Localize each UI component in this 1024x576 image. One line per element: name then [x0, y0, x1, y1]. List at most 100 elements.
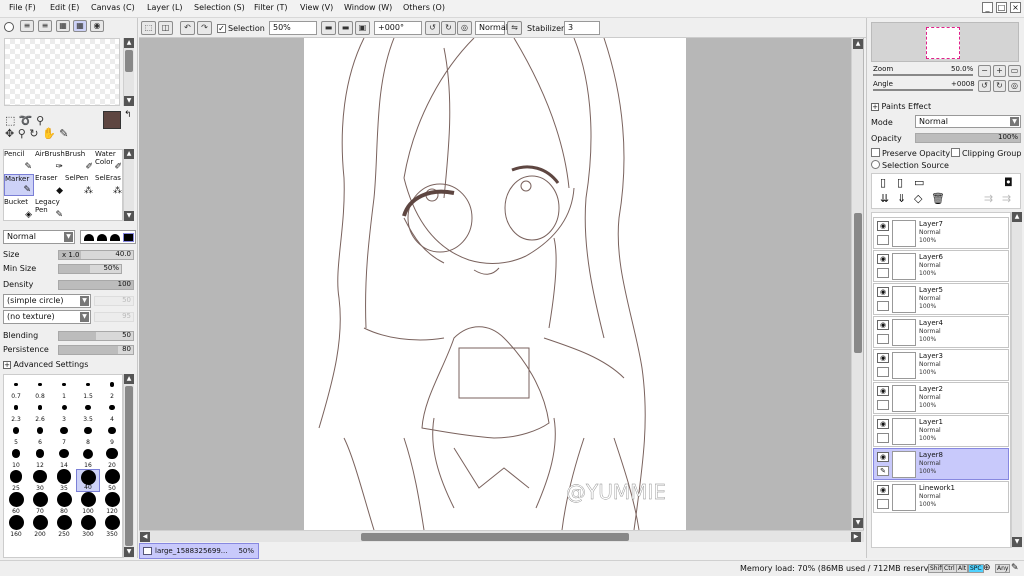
zoom-reset-icon[interactable]: ▣: [355, 21, 370, 35]
menu-file[interactable]: File (F): [9, 3, 36, 12]
layer-lock-icon[interactable]: [877, 400, 889, 410]
rotate-reset-icon[interactable]: ◎: [457, 21, 472, 35]
layer-mode-select[interactable]: Normal ▼: [915, 115, 1021, 128]
brush-size-preset[interactable]: 70: [28, 492, 52, 515]
scroll-up-icon[interactable]: ▲: [124, 374, 134, 384]
close-icon[interactable]: ×: [1010, 2, 1021, 13]
visibility-eye-icon[interactable]: ◉: [877, 419, 889, 429]
nav-rotate-left-icon[interactable]: ↺: [978, 80, 991, 92]
rotate-icon[interactable]: ↻: [29, 127, 38, 140]
brush-size-preset[interactable]: 0.7: [4, 377, 28, 400]
layer-mask-icon[interactable]: ◘: [1004, 176, 1013, 189]
angle-input[interactable]: +000°: [374, 21, 422, 35]
visibility-eye-icon[interactable]: ◉: [877, 485, 889, 495]
brush-size-scrollbar[interactable]: ▲ ▼: [123, 374, 134, 558]
edge-medium-icon[interactable]: [97, 234, 107, 241]
magic-wand-icon[interactable]: ⚲: [36, 114, 44, 127]
layer-row[interactable]: ◉ Layer2 Normal 100%: [873, 382, 1009, 414]
brush-size-preset[interactable]: 3: [52, 400, 76, 423]
brush-shape-select[interactable]: (simple circle) ▼: [3, 294, 91, 308]
scroll-down-icon[interactable]: ▼: [124, 211, 134, 221]
layer-lock-icon[interactable]: [877, 268, 889, 278]
merge-all-icon[interactable]: ⇉: [1002, 192, 1011, 205]
advanced-settings-toggle[interactable]: + Advanced Settings: [3, 360, 88, 369]
edge-square-icon[interactable]: [123, 233, 134, 242]
move-icon[interactable]: ✥: [5, 127, 14, 140]
zoom-icon[interactable]: ⚲: [18, 127, 26, 140]
hand-icon[interactable]: ✋: [42, 127, 56, 140]
scroll-up-icon[interactable]: ▲: [124, 38, 134, 48]
brush-size-preset[interactable]: 20: [100, 446, 124, 469]
tool-selpen[interactable]: SelPen ⁂: [65, 174, 95, 196]
swatch-scrollbar[interactable]: ▲ ▼: [123, 38, 134, 106]
new-vector-layer-icon[interactable]: ▯: [897, 176, 903, 189]
rotate-left-icon[interactable]: ↺: [425, 21, 440, 35]
menu-canvas[interactable]: Canvas (C): [91, 3, 135, 12]
brush-size-preset[interactable]: 120: [100, 492, 124, 515]
tool-marker[interactable]: Marker ✎: [4, 174, 34, 196]
brush-size-preset[interactable]: 80: [52, 492, 76, 515]
tool-airbrush[interactable]: AirBrush ✑: [35, 150, 65, 172]
tool-bucket[interactable]: Bucket ◈: [4, 198, 34, 220]
zoom-in-icon[interactable]: ▬: [338, 21, 353, 35]
min-size-slider[interactable]: 50%: [58, 264, 122, 274]
brush-size-preset[interactable]: 350: [100, 515, 124, 538]
tool-brush[interactable]: Brush ✐: [65, 150, 95, 172]
drawing-canvas[interactable]: @YUMMIE: [304, 38, 686, 530]
stabilizer-select[interactable]: 3: [564, 21, 600, 35]
rgb-slider-icon[interactable]: ≡: [20, 20, 34, 32]
texture-strength-slider[interactable]: 95: [94, 312, 134, 322]
scroll-down-icon[interactable]: ▼: [1012, 537, 1022, 547]
tool-pencil[interactable]: Pencil ✎: [4, 150, 34, 172]
redo-icon[interactable]: ↷: [197, 21, 212, 35]
nav-zoom-reset-icon[interactable]: ▭: [1008, 65, 1021, 77]
visibility-eye-icon[interactable]: ◉: [877, 320, 889, 330]
flip-icon[interactable]: ⇋: [507, 21, 522, 35]
canvas-horizontal-scrollbar[interactable]: ◀ ▶: [139, 530, 864, 542]
preserve-opacity-checkbox[interactable]: [871, 148, 880, 157]
brush-size-preset[interactable]: 300: [76, 515, 100, 538]
scroll-down-icon[interactable]: ▼: [124, 96, 134, 106]
menu-others[interactable]: Others (O): [403, 3, 445, 12]
brush-size-preset[interactable]: 4: [100, 400, 124, 423]
layer-opacity-slider[interactable]: 100%: [915, 133, 1021, 143]
canvas-vscroll-thumb[interactable]: [854, 213, 862, 353]
navigator-preview[interactable]: [871, 22, 1019, 62]
brush-size-preset[interactable]: 250: [52, 515, 76, 538]
brush-size-preset[interactable]: 0.8: [28, 377, 52, 400]
merge-down-icon[interactable]: ⇓: [897, 192, 906, 205]
transfer-icon[interactable]: ⇉: [984, 192, 993, 205]
brush-size-preset[interactable]: 30: [28, 469, 52, 492]
scratchpad-icon[interactable]: ◉: [90, 20, 104, 32]
visibility-eye-icon[interactable]: ◉: [877, 386, 889, 396]
blend-mode-field[interactable]: Normal: [475, 21, 508, 35]
visibility-eye-icon[interactable]: ◉: [877, 452, 889, 462]
paints-effect-toggle[interactable]: + Paints Effect: [871, 102, 931, 111]
nav-rotate-reset-icon[interactable]: ◎: [1008, 80, 1021, 92]
brush-size-preset[interactable]: 6: [28, 423, 52, 446]
layer-row[interactable]: ◉ Layer1 Normal 100%: [873, 415, 1009, 447]
navigator-zoom-slider[interactable]: [873, 74, 973, 76]
brush-size-preset[interactable]: 1.5: [76, 377, 100, 400]
lasso-icon[interactable]: ➰: [19, 114, 33, 127]
swap-colors-icon[interactable]: ↰: [124, 110, 132, 120]
layer-lock-icon[interactable]: [877, 301, 889, 311]
scroll-down-icon[interactable]: ▼: [124, 547, 134, 557]
deselect-icon[interactable]: ⬚: [141, 21, 156, 35]
clipping-group-checkbox[interactable]: [951, 148, 960, 157]
layer-list-scrollbar[interactable]: ▲ ▼: [1011, 212, 1022, 548]
move-down-icon[interactable]: ⇊: [880, 192, 889, 205]
swatches-icon[interactable]: ▦: [73, 20, 87, 32]
new-folder-icon[interactable]: ▭: [914, 176, 924, 189]
shape-strength-slider[interactable]: 50: [94, 296, 134, 306]
canvas-hscroll-thumb[interactable]: [361, 533, 629, 541]
layer-row[interactable]: ◉ Layer6 Normal 100%: [873, 250, 1009, 282]
persistence-slider[interactable]: 80: [58, 345, 134, 355]
zoom-out-icon[interactable]: ▬: [321, 21, 336, 35]
menu-view[interactable]: View (V): [300, 3, 333, 12]
tool-eraser[interactable]: Eraser ◆: [35, 174, 65, 196]
navigator-viewport-frame[interactable]: [926, 27, 960, 59]
brush-size-preset[interactable]: 200: [28, 515, 52, 538]
brush-size-preset[interactable]: 50: [100, 469, 124, 492]
layer-row[interactable]: ◉ ✎ Layer8 Normal 100%: [873, 448, 1009, 480]
